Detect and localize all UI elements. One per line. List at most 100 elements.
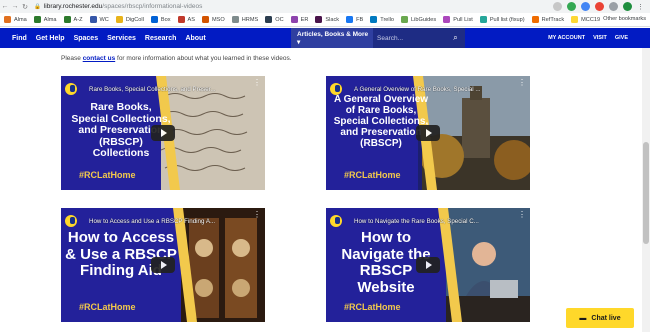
search-icon[interactable]: ⌕: [446, 28, 465, 48]
bookmark-item[interactable]: Pull List: [443, 16, 473, 23]
other-bookmarks[interactable]: Other bookmarks: [603, 16, 646, 22]
bookmark-favicon-icon: [346, 16, 354, 23]
intro-text: Please contact us for more information a…: [61, 55, 292, 62]
video-title[interactable]: How to Navigate the Rare Books, Special …: [354, 218, 504, 225]
bookmark-item[interactable]: Pull list (fixup): [479, 16, 525, 23]
profile-avatar[interactable]: [623, 2, 632, 11]
chat-live-button[interactable]: ▬ Chat live: [566, 308, 634, 328]
bookmark-label: DigColl: [125, 16, 144, 23]
video-title[interactable]: How to Access and Use a RBSCP Finding A.…: [89, 218, 239, 225]
video-player-2[interactable]: A General Overview of Rare Books, Specia…: [326, 76, 530, 190]
utility-nav-item[interactable]: MY ACCOUNT: [548, 35, 585, 41]
bookmark-favicon-icon: [265, 16, 273, 23]
kebab-menu-icon[interactable]: ⋮: [637, 3, 644, 11]
bookmark-item[interactable]: MSO: [201, 16, 225, 23]
bookmark-favicon-icon: [4, 16, 11, 23]
bookmark-item[interactable]: MCC19: [571, 16, 600, 23]
intro-after: for more information about what you lear…: [115, 55, 292, 62]
bookmark-favicon-icon: [115, 16, 123, 23]
bookmark-item[interactable]: ER: [290, 16, 309, 23]
video-title[interactable]: A General Overview of Rare Books, Specia…: [354, 86, 504, 93]
bookmark-label: OC: [275, 16, 284, 23]
more-options-icon[interactable]: ⋮: [253, 78, 261, 87]
search-scope-select[interactable]: Articles, Books & More ▾: [291, 28, 373, 48]
bookmark-label: Box: [160, 16, 171, 23]
bookmark-item[interactable]: HRMS: [231, 16, 259, 23]
video-player-1[interactable]: Rare Books, Special Collections, and Pre…: [61, 76, 265, 190]
url-field[interactable]: 🔒 library.rochester.edu/spaces/rbscp/inf…: [34, 3, 202, 10]
lock-icon: 🔒: [34, 3, 41, 10]
page-scrollbar[interactable]: [642, 48, 650, 332]
video-hashtag: #RCLatHome: [344, 170, 401, 180]
intro-before: Please: [61, 55, 83, 62]
bookmark-favicon-icon: [33, 16, 41, 23]
bookmark-item[interactable]: Alma: [33, 16, 57, 23]
bookmark-label: Alma: [14, 16, 27, 23]
bookmark-item[interactable]: LibGuides: [401, 16, 436, 23]
bookmark-label: Slack: [325, 16, 340, 23]
bookmark-item[interactable]: AS: [177, 16, 195, 23]
bookmark-item[interactable]: OC: [265, 16, 284, 23]
main-menu: Find Get Help Spaces Services Research About: [12, 35, 206, 42]
bookmark-favicon-icon: [315, 16, 323, 23]
browser-address-bar: ← → ↻ 🔒 library.rochester.edu/spaces/rbs…: [0, 0, 650, 13]
utility-nav-item[interactable]: VISIT: [593, 35, 607, 41]
bookmark-item[interactable]: Box: [150, 16, 171, 23]
nav-item[interactable]: About: [185, 35, 205, 42]
bookmark-label: WC: [99, 16, 109, 23]
bookmark-label: Pull list (fixup): [489, 16, 525, 23]
bookmark-favicon-icon: [571, 16, 579, 23]
bookmark-label: A-Z: [73, 16, 83, 23]
reload-icon[interactable]: ↻: [20, 3, 30, 11]
bookmark-label: MSO: [211, 16, 225, 23]
forward-icon[interactable]: →: [10, 3, 20, 10]
more-options-icon[interactable]: ⋮: [518, 78, 526, 87]
bookmark-item[interactable]: A-Z: [63, 16, 83, 23]
back-icon[interactable]: ←: [0, 3, 10, 10]
video-hashtag: #RCLatHome: [79, 302, 136, 312]
bookmark-label: ER: [300, 16, 309, 23]
bookmark-label: RefTrack: [541, 16, 565, 23]
bookmark-item[interactable]: FB: [346, 16, 363, 23]
more-options-icon[interactable]: ⋮: [518, 210, 526, 219]
contact-us-link[interactable]: contact us: [83, 55, 116, 62]
extension-icon[interactable]: [567, 2, 576, 11]
extension-icon[interactable]: [581, 2, 590, 11]
bookmark-item[interactable]: RefTrack: [531, 16, 565, 23]
nav-item[interactable]: Find: [12, 35, 27, 42]
nav-item[interactable]: Services: [107, 35, 136, 42]
scrollbar-thumb[interactable]: [643, 142, 649, 244]
video-player-4[interactable]: How to Navigate the RBSCP Website #RCLat…: [326, 208, 530, 322]
chat-bubble-icon: ▬: [579, 314, 587, 322]
play-button[interactable]: [151, 125, 175, 141]
bookmark-label: MCC19: [581, 16, 601, 23]
extension-icon[interactable]: [595, 2, 604, 11]
chat-live-label: Chat live: [591, 314, 621, 322]
star-icon[interactable]: [553, 2, 562, 11]
puzzle-icon[interactable]: [609, 2, 618, 11]
utility-nav-item[interactable]: GIVE: [615, 35, 628, 41]
bookmark-item[interactable]: DigColl: [115, 16, 144, 23]
video-headline: A General Overview of Rare Books, Specia…: [333, 94, 429, 149]
nav-item[interactable]: Get Help: [36, 35, 65, 42]
bookmark-item[interactable]: WC: [89, 16, 109, 23]
bookmark-item[interactable]: Alma: [4, 16, 27, 23]
play-button[interactable]: [416, 257, 440, 273]
bookmark-label: HRMS: [241, 16, 259, 23]
bookmark-favicon-icon: [443, 16, 451, 23]
more-options-icon[interactable]: ⋮: [253, 210, 261, 219]
bookmark-favicon-icon: [531, 16, 539, 23]
bookmarks-bar: Alma Alma A-Z WC DigColl Box AS MSO HRMS OC ER Slac…: [0, 13, 650, 27]
nav-item[interactable]: Spaces: [74, 35, 99, 42]
play-button[interactable]: [151, 257, 175, 273]
bookmark-favicon-icon: [177, 16, 185, 23]
bookmark-favicon-icon: [401, 16, 409, 23]
video-player-3[interactable]: How to Access & Use a RBSCP Finding Aid …: [61, 208, 265, 322]
bookmark-item[interactable]: Trello: [370, 16, 394, 23]
bookmark-label: Alma: [43, 16, 57, 23]
channel-logo: [330, 215, 342, 227]
bookmark-item[interactable]: Slack: [315, 16, 339, 23]
video-title[interactable]: Rare Books, Special Collections, and Pre…: [89, 86, 239, 93]
nav-item[interactable]: Research: [145, 35, 177, 42]
play-button[interactable]: [416, 125, 440, 141]
